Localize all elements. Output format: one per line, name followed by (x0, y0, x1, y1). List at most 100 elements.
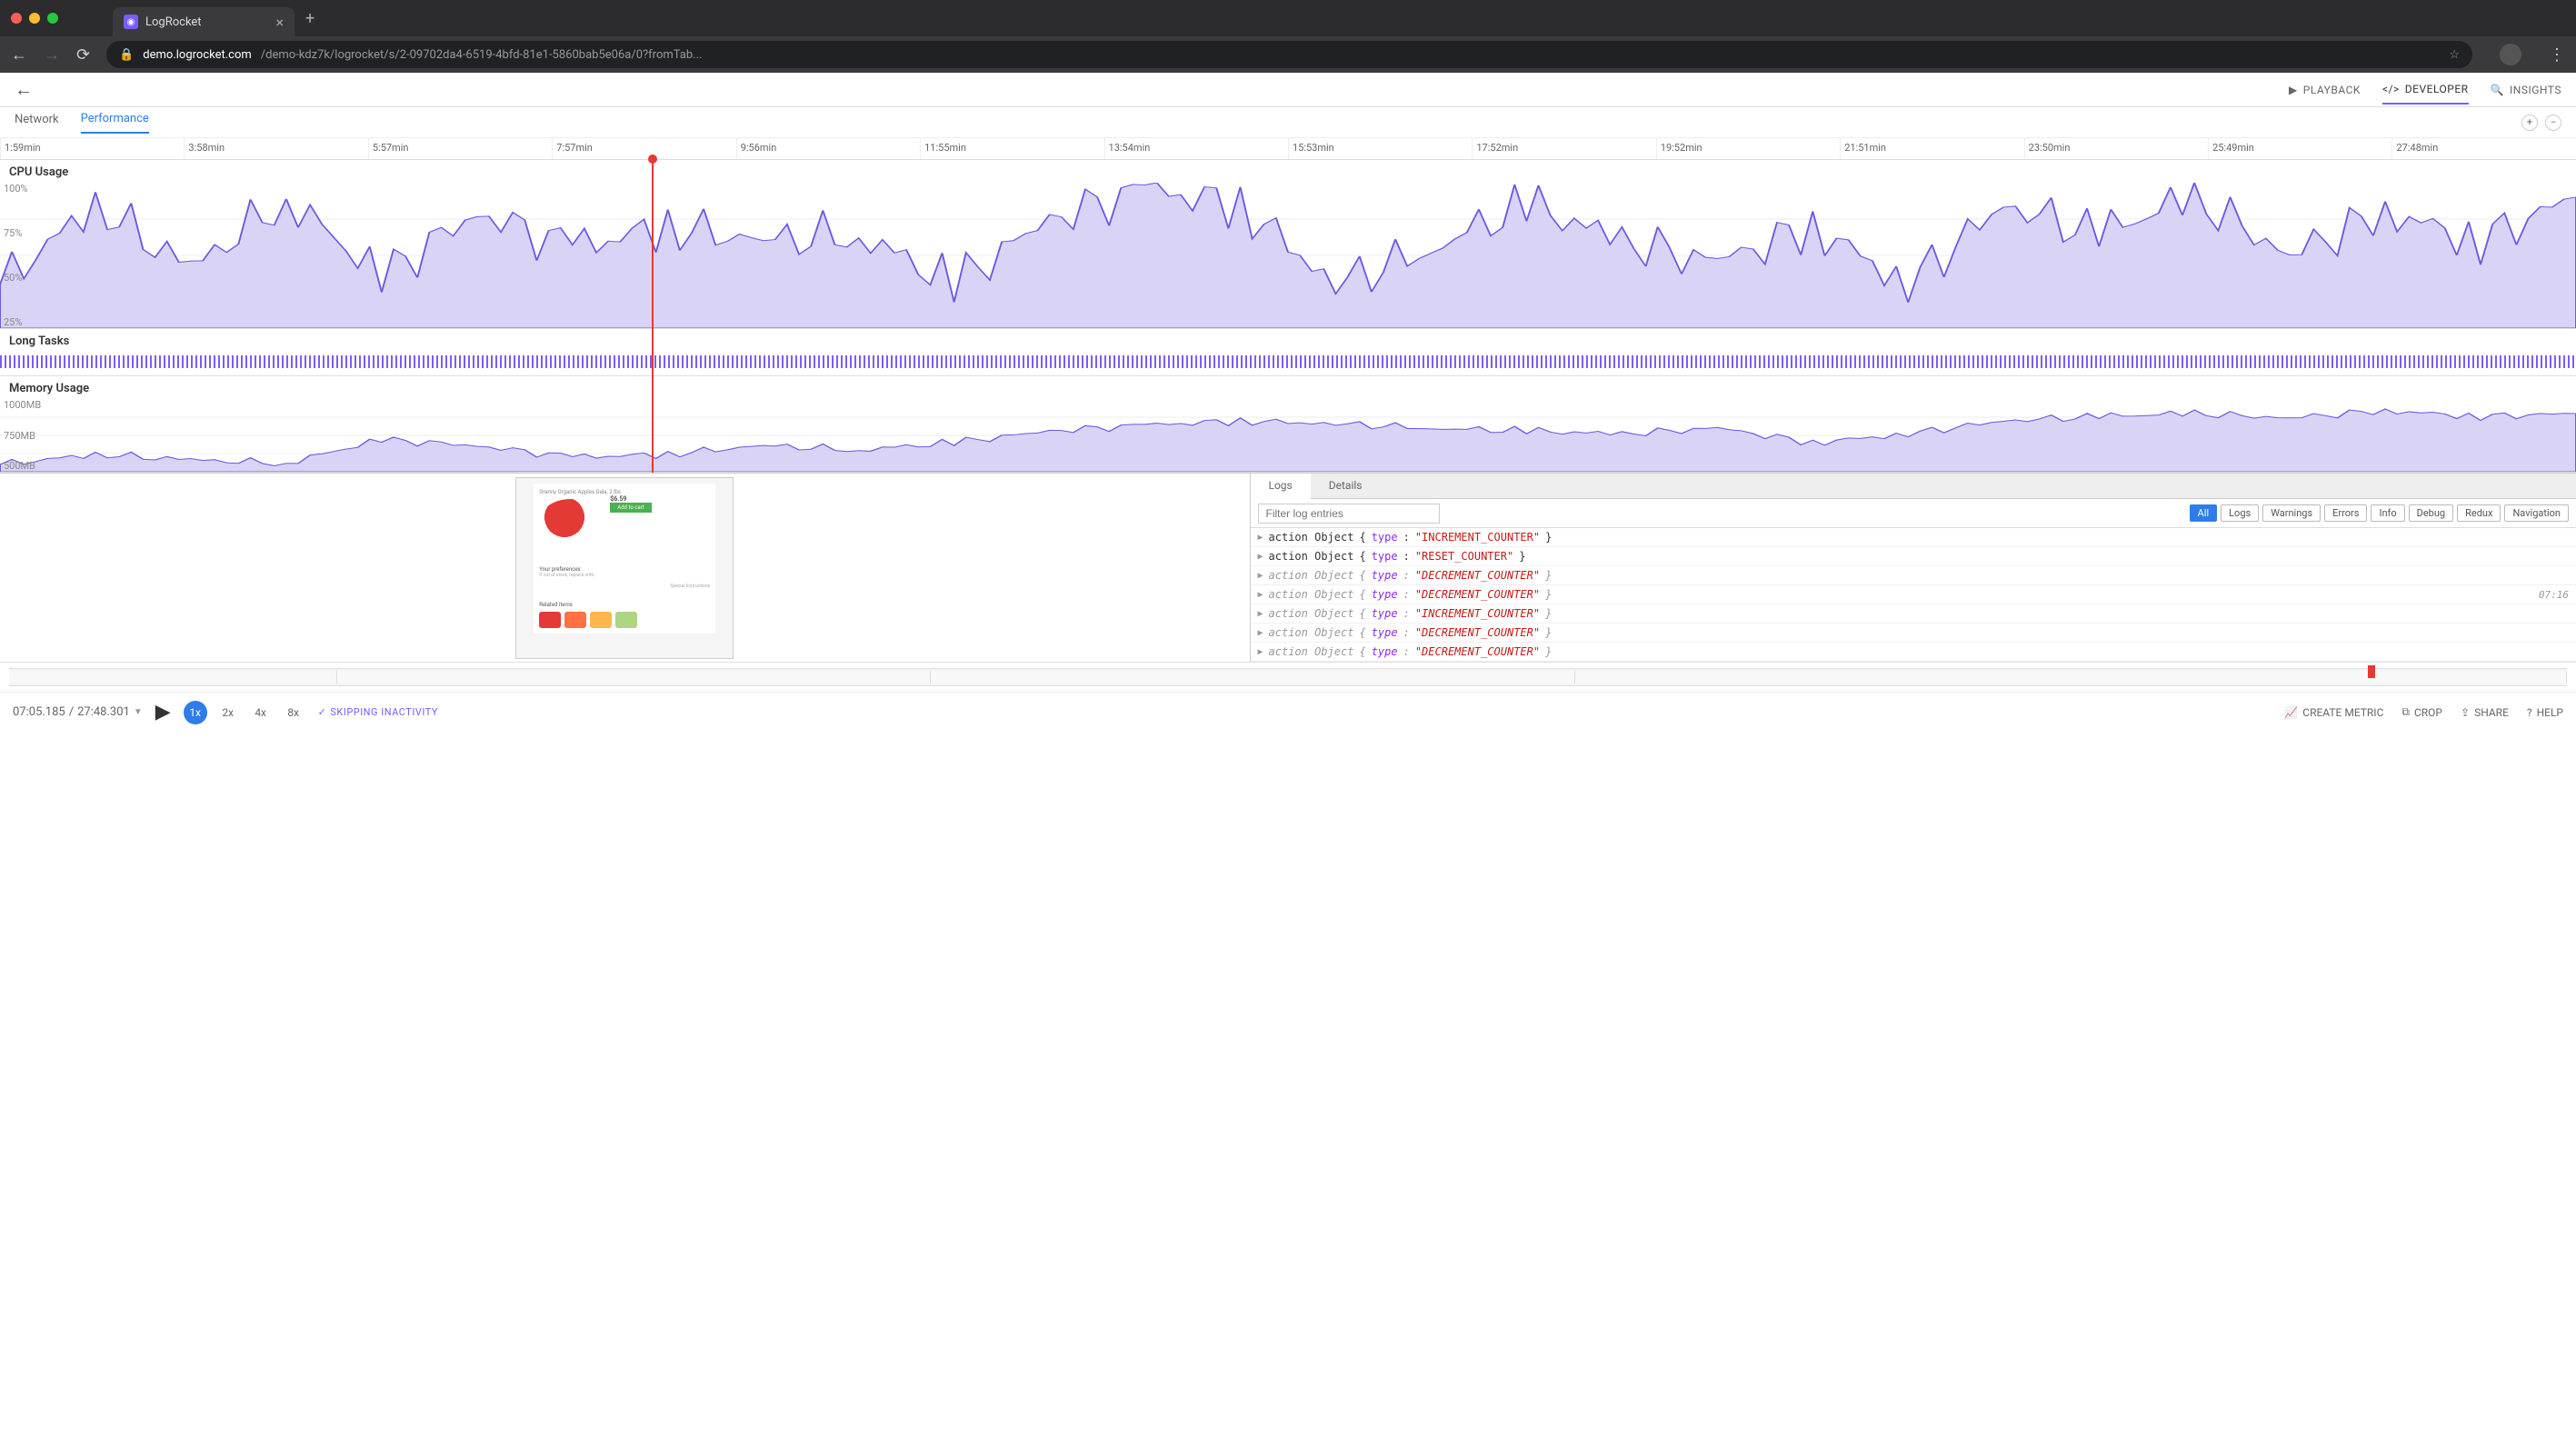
crop-icon: ⧉ (2401, 705, 2410, 719)
help-button[interactable]: ? HELP (2527, 705, 2563, 719)
help-icon: ? (2527, 706, 2532, 719)
ruler-tick: 1:59min (0, 138, 184, 159)
logs-tab-details[interactable]: Details (1311, 474, 1381, 498)
expand-arrow-icon[interactable]: ▶ (1258, 533, 1263, 543)
code-icon: </> (2382, 83, 2400, 95)
playhead[interactable] (652, 160, 654, 473)
ruler-tick: 27:48min (2391, 138, 2575, 159)
scrubber-marker[interactable] (2368, 665, 2375, 678)
speed-1x[interactable]: 1x (184, 701, 207, 724)
chevron-down-icon: ▼ (134, 707, 143, 717)
skip-inactivity-toggle[interactable]: ✓ SKIPPING INACTIVITY (318, 706, 438, 718)
cpu-usage-chart[interactable] (0, 183, 2576, 328)
zoom-in-button[interactable]: + (2521, 115, 2538, 131)
minimize-window-button[interactable] (29, 13, 40, 24)
profile-avatar[interactable] (2500, 44, 2521, 65)
log-entry[interactable]: ▶ action Object {type: "DECREMENT_COUNTE… (1251, 643, 2576, 662)
session-scrubber[interactable] (9, 668, 2567, 686)
address-bar[interactable]: 🔒 demo.logrocket.com/demo-kdz7k/logrocke… (106, 41, 2472, 68)
performance-subtab[interactable]: Performance (81, 112, 149, 134)
log-entry[interactable]: ▶ action Object {type: "INCREMENT_COUNTE… (1251, 604, 2576, 624)
close-window-button[interactable] (11, 13, 22, 24)
log-filter-logs[interactable]: Logs (2221, 504, 2259, 522)
log-filter-navigation[interactable]: Navigation (2504, 504, 2569, 522)
speed-4x[interactable]: 4x (249, 701, 273, 724)
new-tab-button[interactable]: + (305, 9, 315, 28)
player-footer: 07:05.185 / 27:48.301 ▼ ▶ 1x 2x 4x 8x ✓ SKI… (0, 692, 2576, 732)
expand-arrow-icon[interactable]: ▶ (1258, 552, 1263, 562)
ruler-tick: 13:54min (1104, 138, 1288, 159)
logs-tab-logs[interactable]: Logs (1251, 474, 1311, 499)
log-entry[interactable]: ▶ action Object {type: "DECREMENT_COUNTE… (1251, 585, 2576, 604)
session-preview-frame[interactable]: Granny Organic Apples Gala, 2 lbs $6.59 … (515, 477, 734, 659)
ruler-tick: 9:56min (736, 138, 920, 159)
logs-toolbar: AllLogsWarningsErrorsInfo DebugReduxNavig… (1251, 499, 2576, 528)
crop-button[interactable]: ⧉ CROP (2401, 705, 2442, 719)
browser-tab-bar: ◉ LogRocket × + (0, 0, 2576, 36)
speed-controls: 1x 2x 4x 8x (184, 701, 305, 724)
maximize-window-button[interactable] (47, 13, 58, 24)
preview-add-to-cart: Add to cart (610, 503, 652, 513)
logs-pane: Logs Details AllLogsWarningsErrorsInfoDe… (1250, 474, 2576, 662)
play-button[interactable]: ▶ (155, 701, 171, 724)
expand-arrow-icon[interactable]: ▶ (1258, 647, 1263, 657)
time-display[interactable]: 07:05.185 / 27:48.301 ▼ (13, 705, 143, 719)
reload-icon[interactable]: ⟳ (76, 45, 90, 65)
total-time: 27:48.301 (77, 705, 130, 719)
ruler-tick: 11:55min (920, 138, 1103, 159)
search-icon: 🔍 (2491, 84, 2504, 96)
browser-menu-icon[interactable]: ⋮ (2549, 45, 2565, 65)
close-tab-icon[interactable]: × (275, 14, 284, 31)
forward-icon[interactable]: → (44, 45, 60, 65)
app-back-button[interactable]: ← (15, 78, 33, 101)
ruler-tick: 7:57min (552, 138, 735, 159)
log-entries-list[interactable]: ▶ action Object {type: "INCREMENT_COUNTE… (1251, 528, 2576, 662)
speed-2x[interactable]: 2x (216, 701, 240, 724)
performance-charts: CPU Usage 100%75%50%25% Long Tasks Memor… (0, 160, 2576, 473)
timeline-ruler[interactable]: 1:59min3:58min5:57min7:57min9:56min11:55… (0, 138, 2576, 160)
log-filter-redux[interactable]: Redux (2457, 504, 2501, 522)
play-icon: ▶ (2289, 84, 2298, 96)
bookmark-star-icon[interactable]: ☆ (2449, 48, 2460, 62)
zoom-out-button[interactable]: − (2545, 115, 2561, 131)
share-icon: ⇪ (2461, 706, 2470, 719)
ruler-tick: 17:52min (1472, 138, 1655, 159)
create-metric-button[interactable]: 📈 CREATE METRIC (2284, 705, 2383, 719)
url-host: demo.logrocket.com (143, 48, 252, 62)
playhead-knob[interactable] (648, 155, 657, 164)
memory-usage-chart[interactable] (0, 399, 2576, 472)
bottom-panels: Granny Organic Apples Gala, 2 lbs $6.59 … (0, 473, 2576, 662)
expand-arrow-icon[interactable]: ▶ (1258, 609, 1263, 619)
playback-tab[interactable]: ▶ PLAYBACK (2289, 84, 2361, 96)
check-icon: ✓ (318, 706, 327, 718)
memory-usage-section: Memory Usage 1000MB750MB500MB (0, 376, 2576, 473)
speed-8x[interactable]: 8x (282, 701, 305, 724)
expand-arrow-icon[interactable]: ▶ (1258, 590, 1263, 600)
log-filter-debug[interactable]: Debug (2409, 504, 2453, 522)
log-filter-input[interactable] (1258, 504, 1440, 524)
developer-tab[interactable]: </> DEVELOPER (2382, 83, 2469, 105)
ruler-tick: 25:49min (2208, 138, 2391, 159)
tab-title: LogRocket (145, 15, 202, 29)
cpu-usage-title: CPU Usage (0, 160, 2576, 183)
expand-arrow-icon[interactable]: ▶ (1258, 628, 1263, 638)
long-tasks-strip[interactable] (0, 355, 2576, 368)
log-filter-all[interactable]: All (2190, 504, 2218, 522)
log-entry[interactable]: ▶ action Object {type: "DECREMENT_COUNTE… (1251, 624, 2576, 643)
browser-tab[interactable]: ◉ LogRocket × (113, 7, 295, 36)
log-entry[interactable]: ▶ action Object {type: "DECREMENT_COUNTE… (1251, 566, 2576, 585)
log-filter-errors[interactable]: Errors (2324, 504, 2367, 522)
expand-arrow-icon[interactable]: ▶ (1258, 571, 1263, 581)
back-icon[interactable]: ← (11, 45, 27, 65)
share-button[interactable]: ⇪ SHARE (2461, 705, 2509, 719)
log-entry[interactable]: ▶ action Object {type: "INCREMENT_COUNTE… (1251, 528, 2576, 547)
cpu-usage-section: CPU Usage 100%75%50%25% (0, 160, 2576, 329)
log-timestamp: 07:16 (2539, 589, 2569, 601)
logrocket-favicon: ◉ (124, 15, 138, 29)
network-subtab[interactable]: Network (15, 113, 59, 133)
url-path: /demo-kdz7k/logrocket/s/2-09702da4-6519-… (261, 48, 703, 62)
log-entry[interactable]: ▶ action Object {type: "RESET_COUNTER"} (1251, 547, 2576, 566)
log-filter-info[interactable]: Info (2371, 504, 2404, 522)
log-filter-warnings[interactable]: Warnings (2262, 504, 2321, 522)
insights-tab[interactable]: 🔍 INSIGHTS (2491, 84, 2561, 96)
